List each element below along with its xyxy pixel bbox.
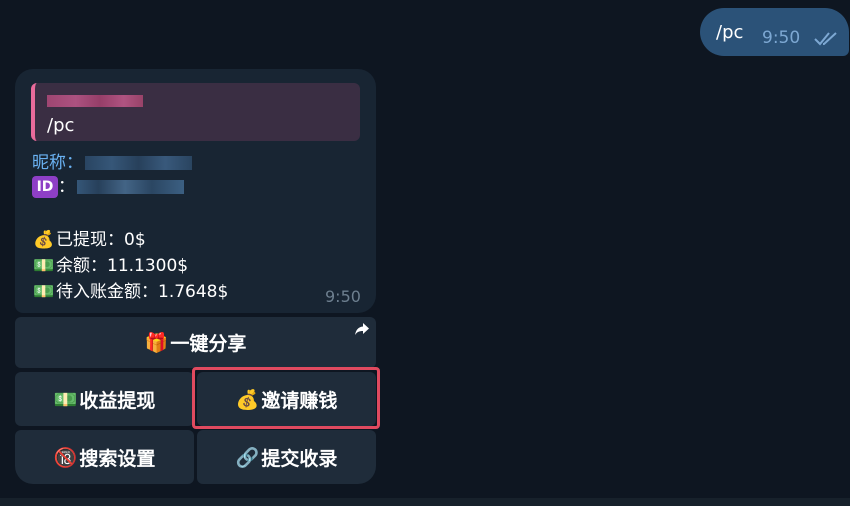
share-button[interactable]: 🎁 一键分享 [15,317,376,368]
balance-text: 余额：11.1300$ [56,256,189,276]
withdrawn-line: 💰已提现：0$ [32,225,146,250]
reply-quote[interactable]: /pc [31,83,360,141]
withdraw-button-label: 收益提现 [79,389,156,412]
nickname-redacted [85,156,192,170]
id-redacted [77,180,184,194]
money-bag-icon: 💰 [33,230,55,250]
search-settings-button[interactable]: 🔞 搜索设置 [15,430,194,484]
id-icon: ID [32,176,58,198]
highlight-box [192,367,380,429]
withdrawn-text: 已提现：0$ [56,230,146,250]
chat-area: /pc 9:50 /pc 昵称： ID： 💰已提现：0$ 💵余额：11.1300… [0,0,850,498]
outgoing-message-text: /pc [716,22,744,43]
balance-line: 💵余额：11.1300$ [32,251,188,276]
gift-icon: 🎁 [144,332,169,354]
withdraw-button[interactable]: 💵 收益提现 [15,372,194,426]
no-entry-icon: 🔞 [53,446,78,469]
double-check-icon [814,32,837,46]
id-label: ： [58,177,75,197]
outgoing-message-time: 9:50 [762,28,801,48]
reply-author-redacted [47,95,143,107]
pending-line: 💵待入账金额：1.7648$ [32,277,228,302]
submit-record-label: 提交收录 [261,447,338,470]
incoming-message-time: 9:50 [325,287,361,306]
nickname-label: 昵称： [32,153,83,173]
money-icon: 💵 [33,256,55,276]
link-icon: 🔗 [235,446,260,469]
incoming-message[interactable]: /pc 昵称： ID： 💰已提现：0$ 💵余额：11.1300$ 💵待入账金额：… [15,69,376,313]
reply-quote-text: /pc [47,115,75,136]
submit-record-button[interactable]: 🔗 提交收录 [197,430,376,484]
money-icon: 💵 [53,388,78,411]
outgoing-message[interactable]: /pc 9:50 [700,8,849,56]
share-arrow-icon [355,323,369,335]
input-area-edge [0,498,850,506]
share-button-label: 一键分享 [170,333,247,355]
pending-text: 待入账金额：1.7648$ [56,282,229,302]
money-icon: 💵 [33,282,55,302]
nickname-line: 昵称： [32,148,192,173]
search-settings-label: 搜索设置 [79,447,156,470]
id-line: ID： [32,172,184,198]
